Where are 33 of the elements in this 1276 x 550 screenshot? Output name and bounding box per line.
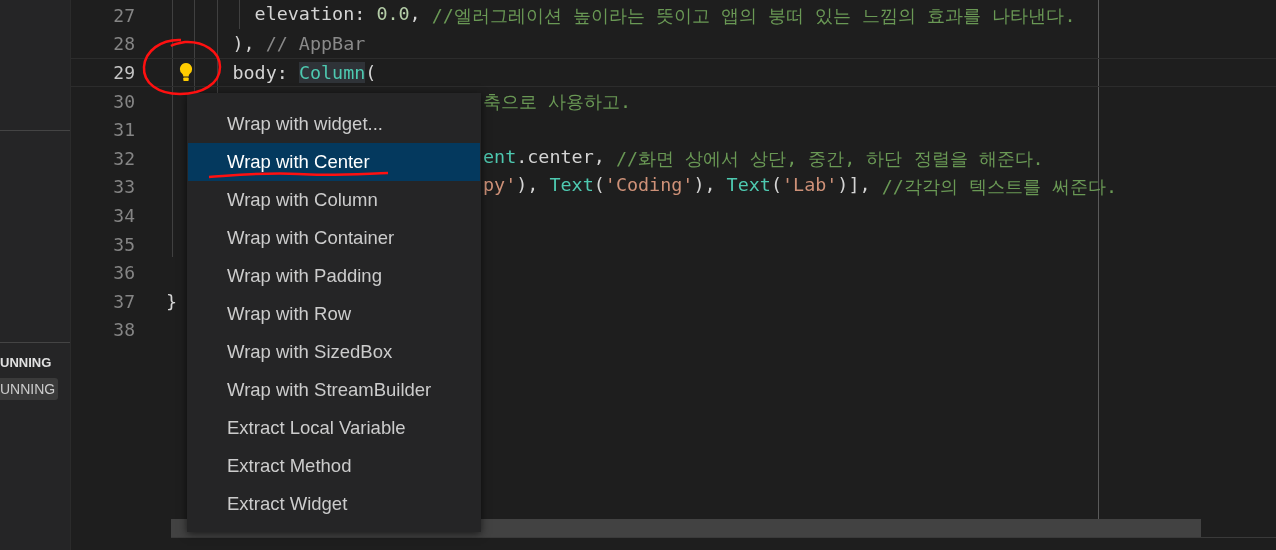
- line-number: 37: [112, 290, 135, 312]
- line-number: 35: [112, 233, 135, 255]
- menu-item[interactable]: Wrap with Center: [188, 143, 480, 181]
- menu-item[interactable]: Extract Widget: [188, 485, 480, 523]
- code-line: }: [166, 290, 178, 312]
- menu-item[interactable]: Wrap with StreamBuilder: [188, 371, 480, 409]
- code-line: ), // AppBar: [231, 33, 366, 55]
- line-number: 36: [112, 262, 135, 284]
- status-badge[interactable]: UNNING: [0, 378, 59, 400]
- code-line: py'), Text('Coding'), Text('Lab')], //각각의 텍스트를 써준다.: [483, 174, 1118, 200]
- menu-item[interactable]: Wrap with Column: [188, 181, 480, 219]
- menu-item[interactable]: Wrap with Row: [188, 295, 480, 333]
- line-number: 32: [112, 147, 135, 169]
- line-number: 28: [112, 33, 135, 55]
- line-number: 33: [112, 176, 135, 198]
- line-number: 38: [112, 319, 135, 341]
- line-number: 31: [112, 119, 135, 141]
- section-heading: UNNING: [0, 355, 52, 370]
- menu-item[interactable]: Wrap with Container: [188, 219, 480, 257]
- code-line: body: Column(: [231, 62, 377, 83]
- line-number: 34: [112, 204, 135, 226]
- code-line: 축으로 사용하고.: [483, 89, 632, 114]
- code-line: ent.center, //화면 상에서 상단, 중간, 하단 정렬을 해준다.: [483, 145, 1044, 171]
- lightbulb-icon[interactable]: [179, 62, 193, 83]
- menu-item[interactable]: Extract Local Variable: [188, 409, 480, 447]
- menu-item[interactable]: Wrap with widget...: [188, 105, 480, 143]
- line-number: 27: [112, 4, 135, 26]
- line-number: 30: [112, 90, 135, 112]
- line-number: 29: [112, 62, 135, 83]
- menu-item[interactable]: Wrap with Padding: [188, 257, 480, 295]
- menu-item[interactable]: Wrap with SizedBox: [188, 333, 480, 371]
- menu-item[interactable]: Extract Method: [188, 447, 480, 485]
- code-line: elevation: 0.0, //엘러그레이션 높이라는 뜻이고 앱의 붕떠 있는 느낌의 효과를 나타낸다.: [253, 2, 1076, 28]
